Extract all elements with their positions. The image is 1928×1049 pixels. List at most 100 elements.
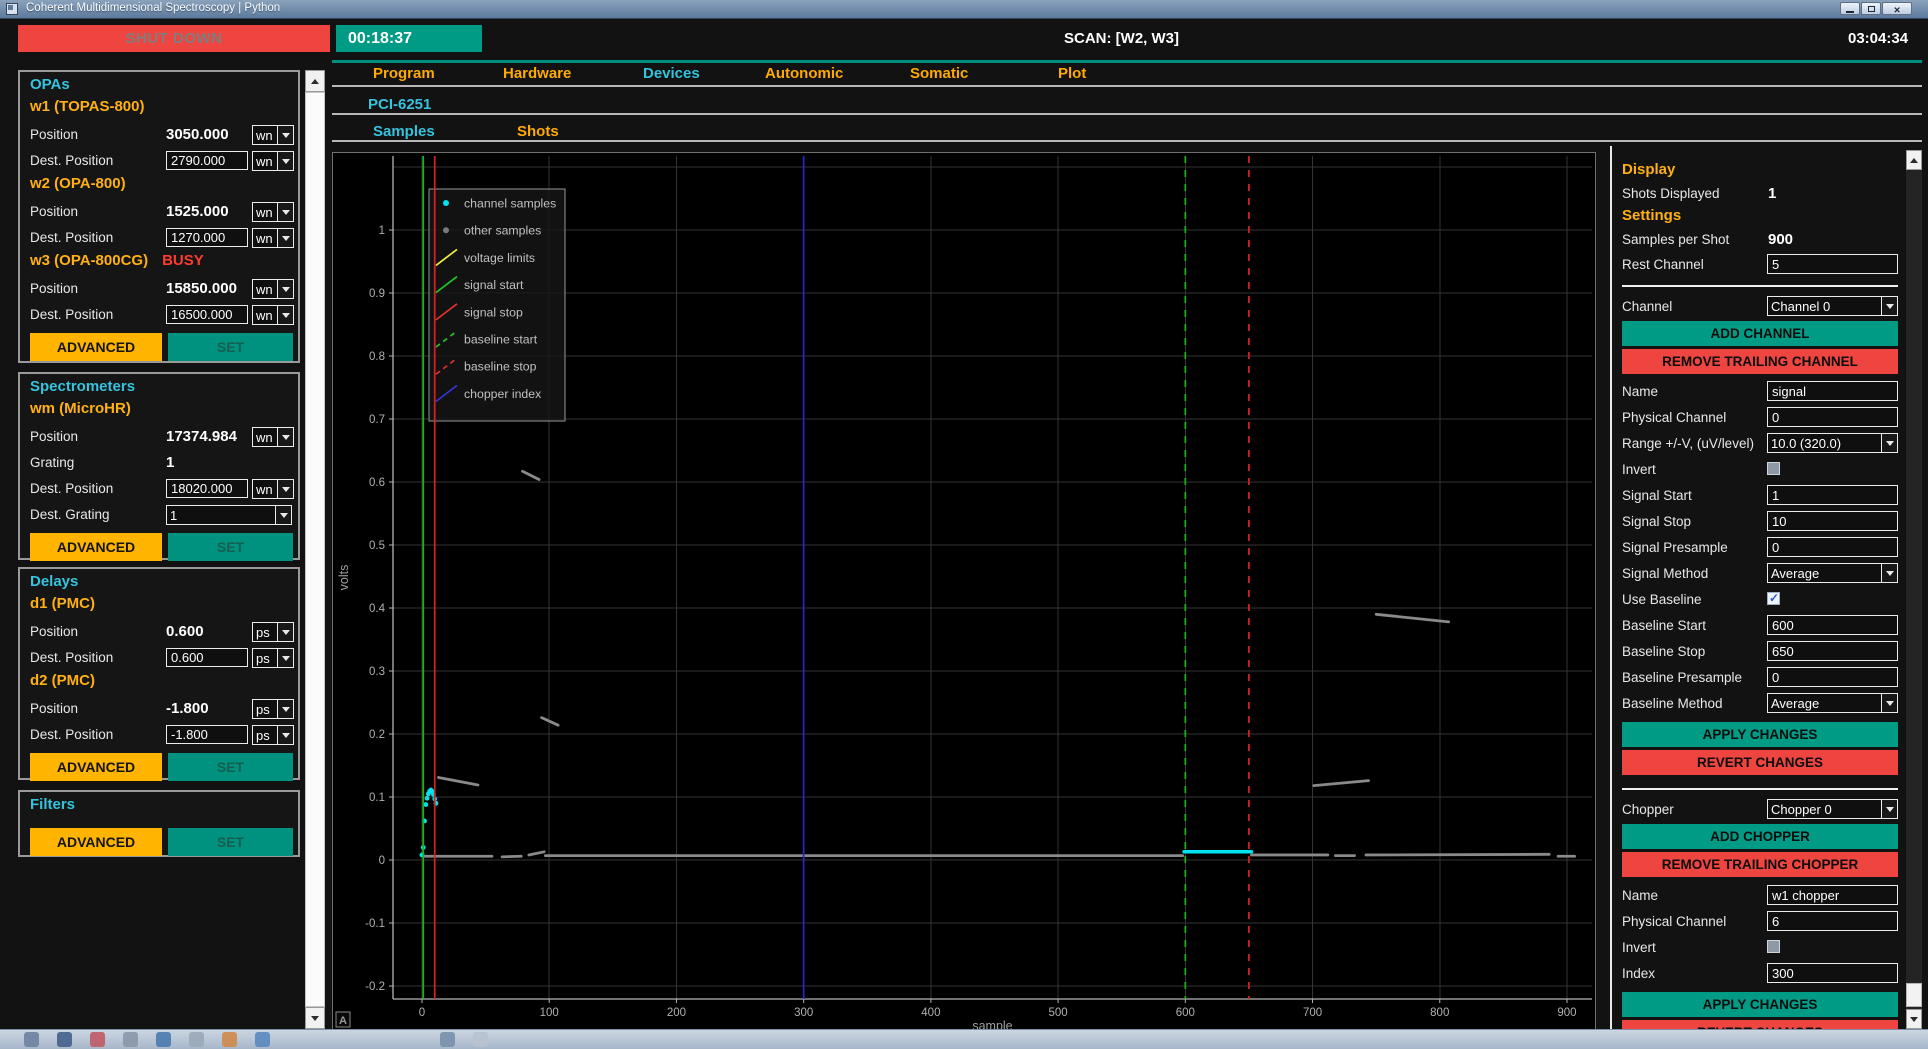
revert-changes-button[interactable]: REVERT CHANGES xyxy=(1622,750,1898,775)
taskbar-item[interactable] xyxy=(473,1032,488,1047)
chevron-down-icon[interactable] xyxy=(277,700,293,718)
field-input[interactable]: -1.800 xyxy=(166,725,248,744)
taskbar-item[interactable] xyxy=(440,1032,455,1047)
set-button[interactable]: SET xyxy=(168,753,293,781)
remove-trailing-channel-button[interactable]: REMOVE TRAILING CHANNEL xyxy=(1622,349,1898,374)
taskbar[interactable] xyxy=(0,1029,1928,1049)
unit-select[interactable]: wn xyxy=(252,202,294,222)
taskbar-item[interactable] xyxy=(255,1032,270,1047)
chevron-down-icon[interactable] xyxy=(277,480,293,498)
chevron-down-icon[interactable] xyxy=(277,152,293,170)
checkbox-use-baseline[interactable] xyxy=(1767,592,1780,605)
samples-plot[interactable]: 010020030040050060070080090010.90.80.70.… xyxy=(333,153,1595,1030)
unit-select[interactable]: ps xyxy=(252,622,294,642)
scroll-down-button[interactable] xyxy=(305,1007,325,1029)
field-select[interactable]: Chopper 0 xyxy=(1767,799,1898,819)
field-input[interactable]: 6 xyxy=(1767,911,1898,931)
chevron-down-icon[interactable] xyxy=(275,506,291,524)
field-input[interactable]: 1 xyxy=(1767,485,1898,505)
unit-select[interactable]: wn xyxy=(252,279,294,299)
tab-shots[interactable]: Shots xyxy=(517,123,559,140)
apply-changes-button[interactable]: APPLY CHANGES xyxy=(1622,992,1898,1017)
checkbox-invert[interactable] xyxy=(1767,940,1780,953)
chevron-down-icon[interactable] xyxy=(277,126,293,144)
advanced-button[interactable]: ADVANCED xyxy=(30,753,162,781)
scrollbar-thumb[interactable] xyxy=(1906,983,1922,1007)
field-input[interactable]: w1 chopper xyxy=(1767,885,1898,905)
add-chopper-button[interactable]: ADD CHOPPER xyxy=(1622,824,1898,849)
main-scrollbar[interactable] xyxy=(305,70,325,1029)
field-input[interactable]: 0 xyxy=(1767,537,1898,557)
chevron-down-icon[interactable] xyxy=(277,428,293,446)
field-input[interactable]: 600 xyxy=(1767,615,1898,635)
unit-select[interactable]: ps xyxy=(252,648,294,668)
field-select[interactable]: 1 xyxy=(166,505,292,525)
unit-select[interactable]: wn xyxy=(252,151,294,171)
checkbox-invert[interactable] xyxy=(1767,462,1780,475)
unit-select[interactable]: wn xyxy=(252,305,294,325)
unit-select[interactable]: wn xyxy=(252,479,294,499)
scroll-up-button[interactable] xyxy=(1906,150,1922,170)
advanced-button[interactable]: ADVANCED xyxy=(30,828,162,856)
unit-select[interactable]: ps xyxy=(252,725,294,745)
autorange-button[interactable]: A xyxy=(336,1012,350,1027)
taskbar-item[interactable] xyxy=(123,1032,138,1047)
taskbar-item[interactable] xyxy=(222,1032,237,1047)
chevron-down-icon[interactable] xyxy=(1881,297,1897,315)
field-input[interactable]: 16500.000 xyxy=(166,305,248,324)
advanced-button[interactable]: ADVANCED xyxy=(30,533,162,561)
tab-autonomic[interactable]: Autonomic xyxy=(765,65,843,82)
chevron-down-icon[interactable] xyxy=(1881,694,1897,712)
tab-devices[interactable]: Devices xyxy=(643,65,700,82)
tab-program[interactable]: Program xyxy=(373,65,435,82)
field-select[interactable]: 10.0 (320.0) xyxy=(1767,433,1898,453)
chevron-down-icon[interactable] xyxy=(277,306,293,324)
field-input[interactable]: 1270.000 xyxy=(166,228,248,247)
field-select[interactable]: Average xyxy=(1767,563,1898,583)
add-channel-button[interactable]: ADD CHANNEL xyxy=(1622,321,1898,346)
chevron-down-icon[interactable] xyxy=(277,203,293,221)
tab-pci-6251[interactable]: PCI-6251 xyxy=(368,96,431,113)
tab-samples[interactable]: Samples xyxy=(373,123,435,140)
field-input[interactable]: 0 xyxy=(1767,667,1898,687)
field-input[interactable]: 18020.000 xyxy=(166,479,248,498)
tab-plot[interactable]: Plot xyxy=(1058,65,1086,82)
scroll-down-button[interactable] xyxy=(1906,1009,1922,1029)
unit-select[interactable]: ps xyxy=(252,699,294,719)
tab-hardware[interactable]: Hardware xyxy=(503,65,571,82)
scrollbar-thumb[interactable] xyxy=(305,92,325,1007)
field-select[interactable]: Average xyxy=(1767,693,1898,713)
unit-select[interactable]: wn xyxy=(252,228,294,248)
plot-widget[interactable]: 010020030040050060070080090010.90.80.70.… xyxy=(332,152,1596,1031)
tab-somatic[interactable]: Somatic xyxy=(910,65,968,82)
advanced-button[interactable]: ADVANCED xyxy=(30,333,162,361)
chevron-down-icon[interactable] xyxy=(277,649,293,667)
taskbar-item[interactable] xyxy=(156,1032,171,1047)
set-button[interactable]: SET xyxy=(168,333,293,361)
taskbar-item[interactable] xyxy=(189,1032,204,1047)
chevron-down-icon[interactable] xyxy=(1881,434,1897,452)
field-input[interactable]: 10 xyxy=(1767,511,1898,531)
chevron-down-icon[interactable] xyxy=(277,280,293,298)
field-input[interactable]: 0 xyxy=(1767,407,1898,427)
field-select[interactable]: Channel 0 xyxy=(1767,296,1898,316)
chevron-down-icon[interactable] xyxy=(277,623,293,641)
set-button[interactable]: SET xyxy=(168,533,293,561)
field-input[interactable]: signal xyxy=(1767,381,1898,401)
unit-select[interactable]: wn xyxy=(252,125,294,145)
taskbar-item[interactable] xyxy=(24,1032,39,1047)
apply-changes-button[interactable]: APPLY CHANGES xyxy=(1622,722,1898,747)
field-input[interactable]: 300 xyxy=(1767,963,1898,983)
chevron-down-icon[interactable] xyxy=(1881,800,1897,818)
scroll-up-button[interactable] xyxy=(305,70,325,92)
chevron-down-icon[interactable] xyxy=(277,726,293,744)
field-input[interactable]: 0.600 xyxy=(166,648,248,667)
settings-scrollbar[interactable] xyxy=(1906,150,1922,1029)
field-input[interactable]: 2790.000 xyxy=(166,151,248,170)
field-input[interactable]: 5 xyxy=(1767,254,1898,274)
field-input[interactable]: 650 xyxy=(1767,641,1898,661)
chevron-down-icon[interactable] xyxy=(1881,564,1897,582)
shutdown-button[interactable]: SHUT DOWN xyxy=(18,25,330,52)
remove-trailing-chopper-button[interactable]: REMOVE TRAILING CHOPPER xyxy=(1622,852,1898,877)
chevron-down-icon[interactable] xyxy=(277,229,293,247)
